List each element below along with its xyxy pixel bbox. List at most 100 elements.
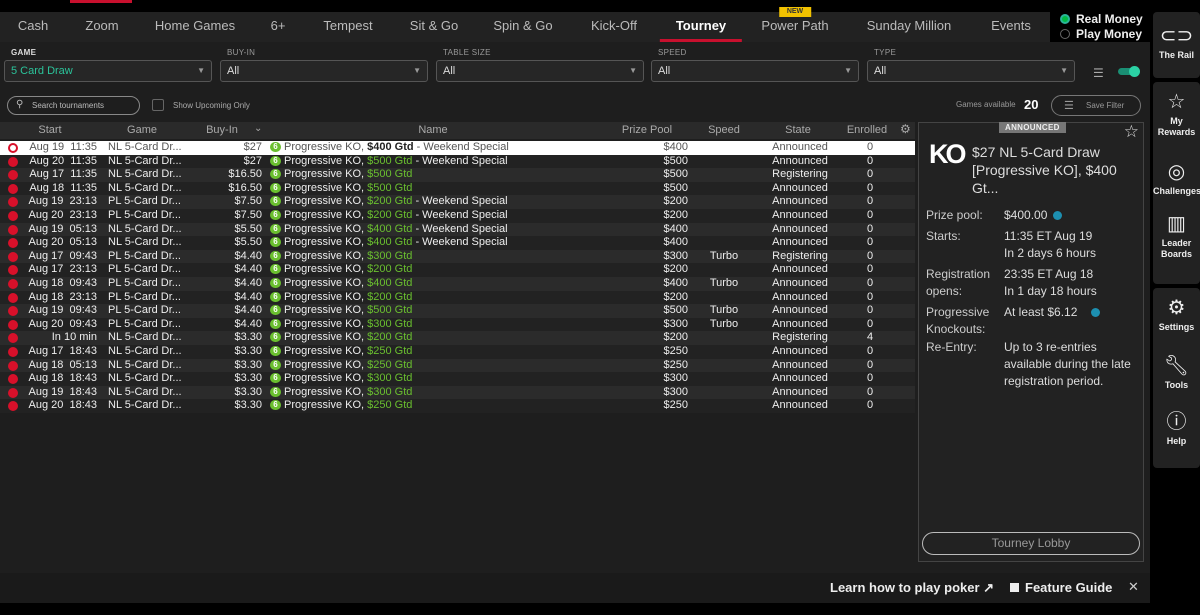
tab-label: Tourney [675, 18, 727, 33]
guarantee: $500 Gtd [367, 304, 413, 317]
table-row[interactable]: Aug 19 11:35 NL 5-Card Dr... $27 6 Progressi… [0, 141, 915, 155]
tournament-icon [8, 143, 18, 153]
tab-tourney[interactable]: Tourney [659, 12, 743, 42]
buyin-cell: $4.40 [234, 249, 262, 262]
buyin-cell: $27 [243, 154, 262, 167]
tournament-icon [8, 306, 18, 317]
enrolled-cell: 0 [866, 222, 874, 235]
tab-sit-go[interactable]: Sit & Go [410, 12, 458, 42]
header-speed[interactable]: Speed [690, 124, 758, 136]
tools-button[interactable]: 🔧︎ Tools [1153, 354, 1200, 391]
name-prefix: Progressive KO, [284, 249, 368, 262]
guarantee: $250 Gtd [367, 358, 413, 371]
type-select[interactable]: All ▼ [867, 60, 1075, 82]
tab-events[interactable]: Events [991, 12, 1031, 42]
settings-button[interactable]: ⚙ Settings [1153, 296, 1200, 333]
table-row[interactable]: Aug 19 18:43 NL 5-Card Dr... $3.30 6 Progres… [0, 385, 915, 400]
table-row[interactable]: Aug 17 23:13 PL 5-Card Dr... $4.40 6 Progres… [0, 263, 915, 277]
info-icon[interactable] [1091, 308, 1101, 317]
table-row[interactable]: Aug 18 11:35 NL 5-Card Dr... $16.50 6 Progre… [0, 181, 915, 196]
name-suffix: - Weekend Special [413, 141, 509, 153]
header-game[interactable]: Game [110, 124, 174, 136]
the-rail-button[interactable]: ⊂⊃ The Rail [1153, 24, 1200, 61]
tab-cash[interactable]: Cash [18, 12, 48, 42]
reentry-label: Re-Entry: [926, 340, 977, 354]
table-row[interactable]: In 10 min NL 5-Card Dr... $3.30 6 Progressiv… [0, 331, 915, 345]
speed-filter-label: SPEED [658, 48, 687, 57]
feature-guide-button[interactable]: Feature Guide [1010, 580, 1112, 595]
table-row[interactable]: Aug 19 05:13 NL 5-Card Dr... $5.50 6 Progres… [0, 222, 915, 237]
search-input[interactable]: ⚲ Search tournaments [7, 96, 140, 115]
rail-box: ⊂⊃ The Rail [1153, 12, 1200, 78]
tab-power-path[interactable]: Power Path NEW [761, 7, 829, 42]
tab-tempest[interactable]: Tempest [323, 12, 372, 42]
gear-icon[interactable]: ⚙ [900, 122, 911, 136]
table-row[interactable]: Aug 20 09:43 PL 5-Card Dr... $4.40 6 Progres… [0, 317, 915, 332]
name-cell: 6 Progressive KO, $200 Gtd [270, 263, 412, 277]
table-row[interactable]: Aug 18 05:13 NL 5-Card Dr... $3.30 6 Progres… [0, 358, 915, 373]
tab-spin-go[interactable]: Spin & Go [493, 12, 552, 42]
learn-poker-link[interactable]: Learn how to play poker ↗ [830, 580, 994, 596]
filter-toggle[interactable] [1118, 66, 1140, 77]
header-buyin[interactable]: Buy-In [190, 124, 254, 136]
name-prefix: Progressive KO, [284, 168, 368, 181]
table-row[interactable]: Aug 17 09:43 PL 5-Card Dr... $4.40 6 Progres… [0, 249, 915, 264]
name-cell: 6 Progressive KO, $250 Gtd [270, 345, 412, 359]
state-cell: Registering [772, 331, 828, 344]
play-money-label: Play Money [1076, 26, 1143, 41]
table-row[interactable]: Aug 19 23:13 PL 5-Card Dr... $7.50 6 Progres… [0, 195, 915, 209]
tab-kick-off[interactable]: Kick-Off [591, 12, 637, 42]
enrolled-cell: 0 [866, 290, 874, 303]
table-row[interactable]: Aug 20 05:13 NL 5-Card Dr... $5.50 6 Progres… [0, 236, 915, 250]
table-size-select[interactable]: All ▼ [436, 60, 644, 82]
header-enrolled[interactable]: Enrolled [836, 124, 898, 136]
play-money-radio[interactable]: Play Money [1060, 26, 1143, 41]
star-icon[interactable]: ☆ [1124, 122, 1139, 142]
state-cell: Announced [772, 208, 828, 221]
speed-select[interactable]: All ▼ [651, 60, 859, 82]
state-cell: Announced [772, 236, 828, 249]
expand-icon[interactable] [1053, 211, 1063, 220]
filter-icon[interactable]: ☰ [1093, 66, 1104, 80]
table-row[interactable]: Aug 20 23:13 PL 5-Card Dr... $7.50 6 Progres… [0, 208, 915, 223]
table-row[interactable]: Aug 18 23:13 PL 5-Card Dr... $4.40 6 Progres… [0, 290, 915, 305]
my-rewards-button[interactable]: ☆ My Rewards [1153, 90, 1200, 138]
tab-6-[interactable]: 6+ [271, 12, 286, 42]
tab-zoom[interactable]: Zoom [85, 12, 118, 42]
tourney-lobby-button[interactable]: Tourney Lobby [922, 532, 1140, 555]
table-row[interactable]: Aug 20 11:35 NL 5-Card Dr... $27 6 Progressi… [0, 154, 915, 169]
header-start[interactable]: Start [24, 124, 76, 136]
game-select[interactable]: 5 Card Draw ▼ [4, 60, 212, 82]
header-prize-pool[interactable]: Prize Pool [608, 124, 686, 136]
start-cell: Aug 18 18:43 [28, 372, 97, 385]
bar-chart-icon: ▥ [1167, 213, 1186, 235]
leaderboards-button[interactable]: ▥ Leader Boards [1153, 212, 1200, 260]
buyin-cell: $3.30 [234, 344, 262, 357]
show-upcoming-checkbox[interactable] [152, 99, 164, 111]
table-row[interactable]: Aug 18 18:43 NL 5-Card Dr... $3.30 6 Progres… [0, 372, 915, 386]
table-row[interactable]: Aug 17 11:35 NL 5-Card Dr... $16.50 6 Progre… [0, 168, 915, 182]
tab-home-games[interactable]: Home Games [155, 12, 235, 42]
header-name[interactable]: Name [400, 124, 466, 136]
speed-cell: Turbo [709, 276, 739, 289]
enrolled-cell: 0 [866, 304, 874, 317]
state-cell: Announced [772, 399, 828, 412]
real-money-radio[interactable]: Real Money [1060, 11, 1143, 26]
table-row[interactable]: Aug 17 18:43 NL 5-Card Dr... $3.30 6 Progres… [0, 344, 915, 359]
table-row[interactable]: Aug 20 18:43 NL 5-Card Dr... $3.30 6 Progres… [0, 399, 915, 413]
right-sidebar: ⊂⊃ The Rail ☆ My Rewards ◎ Challenges ▥ Lead… [1153, 12, 1200, 602]
help-button[interactable]: ⓘ Help [1153, 410, 1200, 447]
table-row[interactable]: Aug 18 09:43 PL 5-Card Dr... $4.40 6 Progres… [0, 276, 915, 291]
six-max-icon: 6 [270, 277, 281, 288]
enrolled-cell: 0 [866, 168, 874, 181]
tab-sunday-million[interactable]: Sunday Million [867, 12, 952, 42]
challenges-button[interactable]: ◎ Challenges [1153, 160, 1200, 197]
header-state[interactable]: State [762, 124, 834, 136]
save-filter-button[interactable]: ☰ Save Filter [1051, 95, 1141, 116]
buyin-cell: $4.40 [234, 290, 262, 303]
tournament-icon [8, 387, 18, 398]
six-max-icon: 6 [270, 400, 281, 411]
close-icon[interactable]: ✕ [1128, 579, 1139, 595]
buyin-select[interactable]: All ▼ [220, 60, 428, 82]
table-row[interactable]: Aug 19 09:43 PL 5-Card Dr... $4.40 6 Progres… [0, 304, 915, 318]
